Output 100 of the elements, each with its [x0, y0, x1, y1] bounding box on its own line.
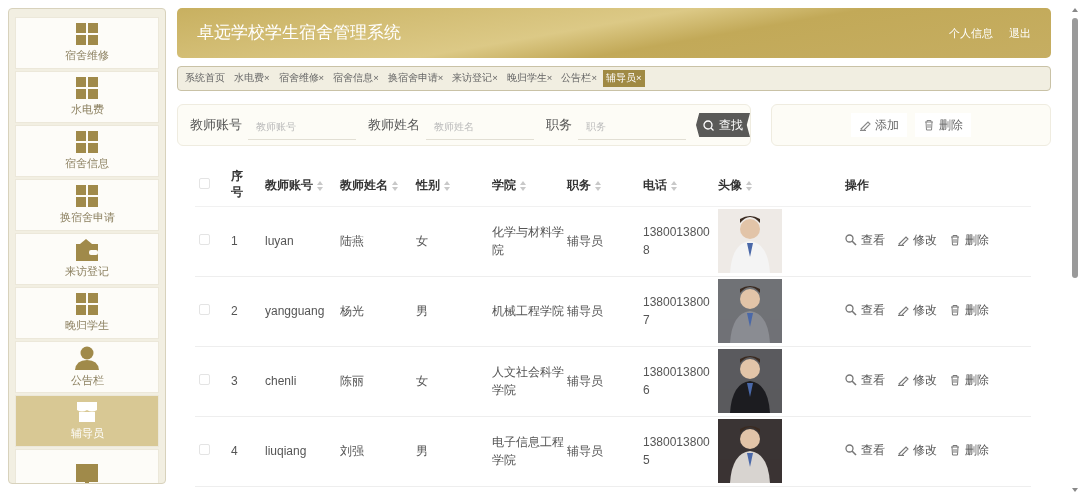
scrollbar[interactable] [1071, 8, 1079, 492]
sidebar-item[interactable]: 公告栏 [15, 341, 159, 393]
monitor-icon [76, 464, 98, 483]
sidebar-item[interactable]: 换宿舍申请 [15, 179, 159, 231]
sidebar-item[interactable]: 宿舍维修 [15, 17, 159, 69]
table-cell-text: 男 [416, 303, 428, 320]
grid-icon [76, 22, 98, 45]
table-cell-text: yangguang [265, 303, 325, 320]
tab[interactable]: 换宿舍申请× [384, 70, 447, 87]
column-header[interactable]: 职务 [567, 177, 591, 192]
table-cell-text: 化学与材料学院 [492, 224, 565, 259]
column-header: 操作 [845, 177, 869, 192]
table-cell-text: 女 [416, 373, 428, 390]
sidebar-item[interactable]: 来访登记 [15, 233, 159, 285]
grid-icon [76, 130, 98, 153]
column-header[interactable]: 教师姓名 [340, 177, 388, 192]
pencil-icon [859, 119, 871, 131]
magnifier-icon [845, 304, 857, 316]
tab[interactable]: 系统首页 [182, 70, 228, 87]
search-icon [703, 119, 714, 131]
sort-icon[interactable] [392, 180, 398, 191]
add-button[interactable]: 添加 [851, 113, 907, 137]
trash-icon [949, 304, 961, 316]
table-cell-text: 13800138007 [643, 294, 711, 329]
table-cell-text: 辅导员 [567, 303, 603, 320]
field-label: 教师姓名 [368, 116, 420, 134]
grid-icon [76, 292, 98, 315]
table-cell-text: 辅导员 [567, 443, 603, 460]
tab[interactable]: 辅导员× [602, 70, 645, 87]
delete-link[interactable]: 删除 [949, 231, 989, 249]
delete-link[interactable]: 删除 [949, 441, 989, 459]
trash-icon [949, 374, 961, 386]
row-checkbox[interactable] [199, 444, 210, 455]
column-header[interactable]: 电话 [643, 177, 667, 192]
field-label: 教师账号 [190, 116, 242, 134]
view-link[interactable]: 查看 [845, 441, 885, 459]
table-cell-text: 陆燕 [340, 233, 364, 250]
grid-icon [76, 184, 98, 207]
sidebar-item[interactable]: 宿舍信息 [15, 125, 159, 177]
tab[interactable]: 来访登记× [449, 70, 501, 87]
tab[interactable]: 宿舍信息× [330, 70, 382, 87]
table-cell-text: 13800138008 [643, 224, 711, 259]
sidebar-item[interactable]: 晚归学生 [15, 287, 159, 339]
column-header[interactable]: 学院 [492, 177, 516, 192]
person-icon [75, 345, 99, 370]
table-cell-text: 辅导员 [567, 373, 603, 390]
table-cell-text: 4 [231, 443, 238, 460]
magnifier-icon [845, 444, 857, 456]
trash-icon [923, 119, 935, 131]
trash-icon [949, 234, 961, 246]
edit-link[interactable]: 修改 [897, 231, 937, 249]
row-checkbox[interactable] [199, 234, 210, 245]
tab[interactable]: 晚归学生× [503, 70, 556, 87]
table-cell-text: 男 [416, 443, 428, 460]
sidebar-item[interactable]: 水电费 [15, 71, 159, 123]
view-link[interactable]: 查看 [845, 371, 885, 389]
sort-icon[interactable] [746, 180, 752, 191]
edit-link[interactable]: 修改 [897, 441, 937, 459]
table-cell-text: 杨光 [340, 303, 364, 320]
table-cell-text: luyan [265, 233, 294, 250]
sort-icon[interactable] [671, 180, 677, 191]
table-cell-text: 13800138005 [643, 434, 711, 469]
system-title: 卓远学校学生宿舍管理系统 [197, 22, 401, 44]
wallet-icon [76, 238, 98, 261]
column-header: 序号 [231, 168, 243, 201]
edit-link[interactable]: 修改 [897, 371, 937, 389]
table-cell-text: 辅导员 [567, 233, 603, 250]
pencil-icon [897, 304, 909, 316]
tab[interactable]: 公告栏× [558, 70, 600, 87]
view-link[interactable]: 查看 [845, 231, 885, 249]
row-checkbox[interactable] [199, 374, 210, 385]
table-cell-text: 机械工程学院 [492, 303, 565, 320]
edit-link[interactable]: 修改 [897, 301, 937, 319]
field-label: 职务 [546, 116, 572, 134]
column-header[interactable]: 教师账号 [265, 177, 313, 192]
view-link[interactable]: 查看 [845, 301, 885, 319]
table-cell-text: 1 [231, 233, 238, 250]
sort-icon[interactable] [520, 180, 526, 191]
column-header[interactable]: 性别 [416, 177, 440, 192]
sort-icon[interactable] [444, 180, 450, 191]
row-checkbox[interactable] [199, 304, 210, 315]
table-cell-text: chenli [265, 373, 297, 390]
table-cell-text: liuqiang [265, 443, 307, 460]
column-header[interactable]: 头像 [718, 177, 742, 192]
sort-icon[interactable] [595, 180, 601, 191]
delete-button[interactable]: 删除 [915, 113, 971, 137]
sort-icon[interactable] [317, 180, 323, 191]
magnifier-icon [845, 234, 857, 246]
delete-link[interactable]: 删除 [949, 301, 989, 319]
tab[interactable]: 水电费× [231, 70, 273, 87]
select-all-checkbox[interactable] [199, 177, 210, 189]
delete-link[interactable]: 删除 [949, 371, 989, 389]
pencil-icon [897, 374, 909, 386]
trash-icon [949, 444, 961, 456]
storefront-icon [76, 400, 98, 423]
search-button[interactable]: 查找 [696, 113, 750, 137]
table-cell-text: 2 [231, 303, 238, 320]
table-cell-text: 13800138006 [643, 364, 711, 399]
table-cell-text: 3 [231, 373, 238, 390]
tab[interactable]: 宿舍维修× [275, 70, 328, 87]
